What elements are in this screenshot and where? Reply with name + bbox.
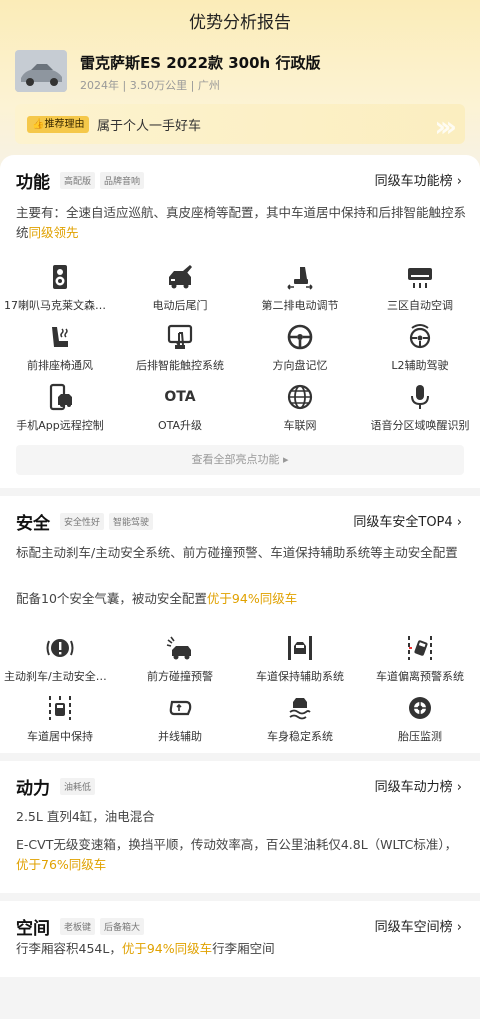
safety-merge-assist[interactable]: 并线辅助: [120, 694, 240, 744]
car-name: 雷克萨斯ES 2022款 300h 行政版: [80, 54, 321, 72]
globe-icon: [287, 384, 313, 410]
safety-section: 安全 安全性好 智能驾驶 同级车安全TOP4 › 标配主动刹车/主动安全系统、前…: [0, 496, 480, 753]
recommend-tag: 👍推荐理由: [27, 116, 90, 133]
safety-brake[interactable]: 主动刹车/主动安全系统: [0, 634, 120, 684]
section-title: 安全: [16, 513, 50, 534]
car-thumbnail[interactable]: [15, 50, 67, 92]
section-tag: 老板键: [60, 917, 96, 935]
tailgate-icon: [169, 265, 192, 289]
power-description: E-CVT无级变速箱，换挡平顺，传动效率高，百公里油耗仅4.8L（WLTC标准）…: [16, 837, 458, 872]
section-tag: 品牌音响: [100, 171, 145, 189]
feature-assist-driving[interactable]: L2辅助驾驶: [360, 323, 480, 373]
safety-description: 标配主动刹车/主动安全系统、前方碰撞预警、车道保持辅助系统等主动安全配置: [16, 545, 458, 560]
safety-collision-warning[interactable]: 前方碰撞预警: [120, 634, 240, 684]
ac-icon: [408, 268, 432, 288]
section-tag: 智能驾驶: [109, 512, 154, 530]
view-all-features-button[interactable]: 查看全部亮点功能 ▸: [16, 445, 464, 475]
safety-airbag-description: 配备10个安全气囊，被动安全配置优于94%同级车: [16, 591, 298, 606]
microphone-icon: [411, 385, 429, 409]
lane-departure-icon: [408, 636, 432, 660]
seat-adjust-icon: [287, 267, 313, 290]
space-section: 空间 老板键 后备箱大 同级车空间榜 › 行李厢容积454L，优于94%同级车行…: [0, 901, 480, 977]
safety-tire-pressure[interactable]: 胎压监测: [360, 694, 480, 744]
feature-ac[interactable]: 三区自动空调: [360, 263, 480, 313]
feature-touch-screen[interactable]: 后排智能触控系统: [120, 323, 240, 373]
space-rank-link[interactable]: 同级车空间榜 ›: [375, 916, 462, 935]
power-engine: 2.5L 直列4缸，油电混合: [16, 809, 155, 824]
touch-screen-icon: [167, 324, 193, 349]
safety-lane-keep[interactable]: 车道保持辅助系统: [240, 634, 360, 684]
feature-speaker[interactable]: 17喇叭马克莱文森音响: [0, 263, 120, 313]
feature-steering-wheel[interactable]: 方向盘记忆: [240, 323, 360, 373]
section-tag: 油耗低: [60, 777, 96, 795]
feature-connected-car[interactable]: 车联网: [240, 383, 360, 433]
phone-remote-icon: [49, 383, 72, 411]
features-description: 主要有：全速自适应巡航、真皮座椅等配置，其中车道居中保持和后排智能触控系统同级领…: [16, 205, 467, 240]
feature-seat-ventilation[interactable]: 前排座椅通风: [0, 323, 120, 373]
section-title: 动力: [16, 778, 50, 799]
thumb-up-icon: 👍: [32, 119, 45, 130]
header-area: 优势分析报告 雷克萨斯ES 2022款 300h 行政版 2024年 | 3.5…: [0, 0, 480, 175]
power-section: 动力 油耗低 同级车动力榜 › 2.5L 直列4缸，油电混合 E-CVT无级变速…: [0, 761, 480, 893]
mirror-icon: [169, 700, 192, 716]
lane-keep-icon: [288, 636, 312, 660]
safety-lane-departure[interactable]: 车道偏离预警系统: [360, 634, 480, 684]
feature-voice[interactable]: 语音分区域唤醒识别: [360, 383, 480, 433]
assist-driving-icon: [409, 324, 431, 349]
collision-warning-icon: [166, 636, 191, 660]
feature-tailgate[interactable]: 电动后尾门: [120, 263, 240, 313]
stability-icon: [289, 698, 311, 720]
speaker-icon: [53, 265, 67, 289]
section-title: 空间: [16, 918, 50, 939]
car-meta: 2024年 | 3.50万公里 | 广州: [80, 79, 220, 92]
space-description: 行李厢容积454L，优于94%同级车行李厢空间: [16, 941, 275, 956]
recommend-reason-banner: 👍推荐理由 属于个人一手好车 ›››: [15, 104, 465, 144]
feature-ota[interactable]: OTA OTA升级: [120, 383, 240, 433]
safety-stability[interactable]: 车身稳定系统: [240, 694, 360, 744]
safety-lane-center[interactable]: 车道居中保持: [0, 694, 120, 744]
seat-ventilation-icon: [52, 327, 68, 347]
power-rank-link[interactable]: 同级车动力榜 ›: [375, 776, 462, 795]
features-rank-link[interactable]: 同级车功能榜 ›: [375, 170, 462, 189]
double-chevron-icon: ›››: [434, 110, 456, 143]
brake-icon: [46, 639, 74, 657]
ota-icon: OTA: [164, 389, 196, 405]
recommend-text: 属于个人一手好车: [97, 119, 202, 134]
lane-center-icon: [49, 696, 71, 720]
feature-seat-adjust[interactable]: 第二排电动调节: [240, 263, 360, 313]
features-section: 功能 高配版 品牌音响 同级车功能榜 › 主要有：全速自适应巡航、真皮座椅等配置…: [0, 155, 480, 488]
feature-phone-remote[interactable]: 手机App远程控制: [0, 383, 120, 433]
tire-icon: [409, 697, 431, 719]
section-tag: 后备箱大: [100, 917, 145, 935]
section-tag: 高配版: [60, 171, 96, 189]
page-title: 优势分析报告: [189, 13, 291, 33]
safety-rank-link[interactable]: 同级车安全TOP4 ›: [353, 511, 462, 530]
section-title: 功能: [16, 172, 50, 193]
steering-wheel-icon: [287, 324, 313, 350]
section-tag: 安全性好: [60, 512, 105, 530]
